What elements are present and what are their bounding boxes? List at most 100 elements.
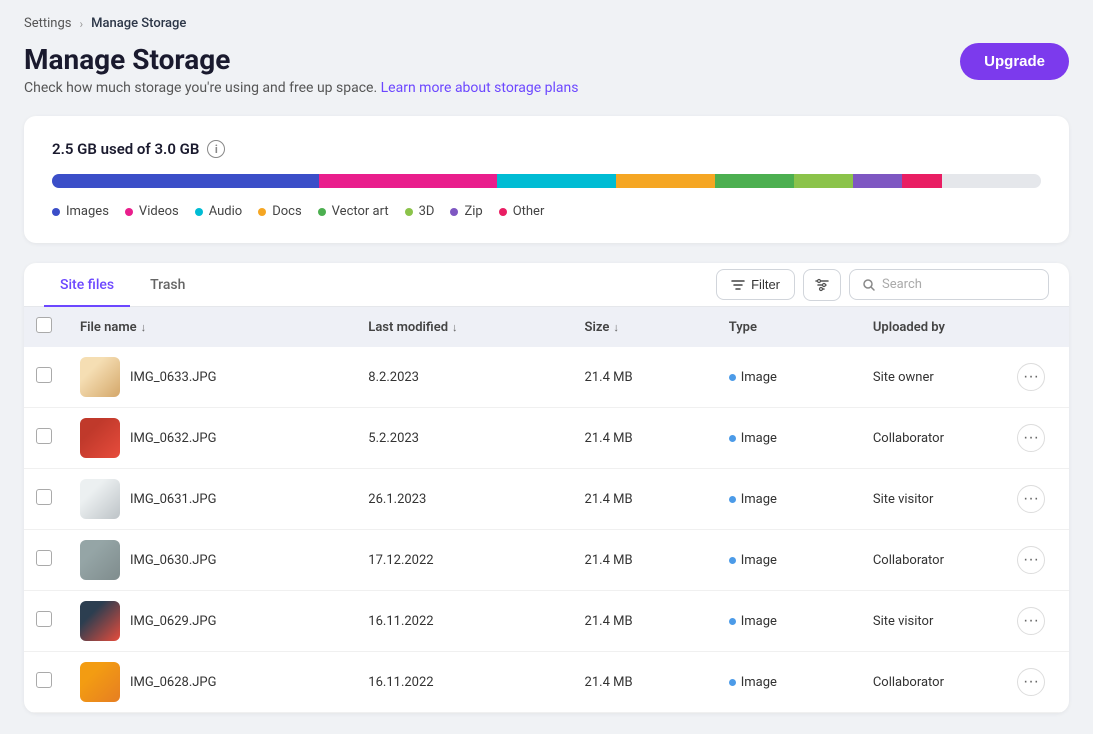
file-modified: 16.11.2022 — [368, 614, 584, 629]
file-name: IMG_0631.JPG — [130, 492, 217, 507]
legend-dot — [405, 208, 413, 216]
breadcrumb-separator: › — [79, 17, 83, 31]
file-type: Image — [729, 431, 873, 446]
row-checkbox[interactable] — [36, 611, 52, 627]
modified-sort-icon[interactable]: ↓ — [452, 321, 458, 334]
size-sort-icon[interactable]: ↓ — [613, 321, 619, 334]
bar-segment-videos — [319, 174, 497, 188]
row-checkbox-cell — [36, 550, 80, 570]
bar-segment-audio — [497, 174, 616, 188]
type-dot — [729, 374, 736, 381]
file-type: Image — [729, 553, 873, 568]
legend-item-docs: Docs — [258, 204, 301, 219]
upgrade-button[interactable]: Upgrade — [960, 43, 1069, 80]
file-size: 21.4 MB — [585, 675, 729, 690]
file-info: IMG_0630.JPG — [80, 540, 368, 580]
legend-dot — [318, 208, 326, 216]
col-header-filename: File name ↓ — [80, 320, 368, 335]
file-thumbnail — [80, 662, 120, 702]
select-all-checkbox[interactable] — [36, 317, 52, 333]
row-actions: ··· — [1017, 668, 1057, 696]
file-info: IMG_0628.JPG — [80, 662, 368, 702]
table-row: IMG_0630.JPG 17.12.2022 21.4 MB Image Co… — [24, 530, 1069, 591]
file-info: IMG_0629.JPG — [80, 601, 368, 641]
breadcrumb: Settings › Manage Storage — [24, 16, 1069, 31]
file-uploaded-by: Collaborator — [873, 431, 1017, 446]
file-type: Image — [729, 614, 873, 629]
row-checkbox-cell — [36, 428, 80, 448]
col-header-checkbox — [36, 317, 80, 337]
table-row: IMG_0631.JPG 26.1.2023 21.4 MB Image Sit… — [24, 469, 1069, 530]
row-checkbox[interactable] — [36, 489, 52, 505]
row-checkbox[interactable] — [36, 672, 52, 688]
storage-used-text: 2.5 GB used of 3.0 GB — [52, 140, 199, 158]
row-actions: ··· — [1017, 546, 1057, 574]
col-header-size: Size ↓ — [585, 320, 729, 335]
file-size: 21.4 MB — [585, 614, 729, 629]
storage-label: 2.5 GB used of 3.0 GB i — [52, 140, 1041, 158]
legend-item-3d: 3D — [405, 204, 435, 219]
search-box[interactable]: Search — [849, 269, 1049, 300]
legend-dot — [125, 208, 133, 216]
file-name: IMG_0628.JPG — [130, 675, 217, 690]
storage-legend: Images Videos Audio Docs Vector art 3D Z… — [52, 204, 1041, 219]
type-label: Image — [741, 675, 777, 690]
row-checkbox[interactable] — [36, 428, 52, 444]
search-placeholder: Search — [882, 277, 922, 292]
learn-more-link[interactable]: Learn more about storage plans — [381, 80, 579, 96]
legend-label: 3D — [419, 204, 435, 219]
legend-label: Zip — [464, 204, 482, 219]
legend-item-other: Other — [499, 204, 545, 219]
legend-label: Videos — [139, 204, 179, 219]
more-actions-button[interactable]: ··· — [1017, 607, 1045, 635]
row-checkbox[interactable] — [36, 550, 52, 566]
legend-item-images: Images — [52, 204, 109, 219]
file-name: IMG_0633.JPG — [130, 370, 217, 385]
bar-segment-docs — [616, 174, 715, 188]
file-name: IMG_0632.JPG — [130, 431, 217, 446]
tab-site-files[interactable]: Site files — [44, 263, 130, 307]
file-name: IMG_0630.JPG — [130, 553, 217, 568]
legend-item-zip: Zip — [450, 204, 482, 219]
legend-item-audio: Audio — [195, 204, 242, 219]
col-header-type: Type — [729, 320, 873, 335]
row-checkbox-cell — [36, 672, 80, 692]
type-dot — [729, 679, 736, 686]
more-actions-button[interactable]: ··· — [1017, 485, 1045, 513]
more-actions-button[interactable]: ··· — [1017, 546, 1045, 574]
type-dot — [729, 435, 736, 442]
storage-bar — [52, 174, 1041, 188]
settings-filter-button[interactable] — [803, 269, 841, 301]
file-uploaded-by: Collaborator — [873, 675, 1017, 690]
more-actions-button[interactable]: ··· — [1017, 363, 1045, 391]
breadcrumb-parent[interactable]: Settings — [24, 16, 71, 31]
legend-label: Audio — [209, 204, 242, 219]
file-thumbnail — [80, 601, 120, 641]
filename-sort-icon[interactable]: ↓ — [141, 321, 147, 334]
page-title: Manage Storage — [24, 43, 579, 76]
row-actions: ··· — [1017, 424, 1057, 452]
bar-segment-3d — [794, 174, 853, 188]
more-actions-button[interactable]: ··· — [1017, 668, 1045, 696]
tab-trash[interactable]: Trash — [134, 263, 201, 307]
breadcrumb-current: Manage Storage — [91, 16, 186, 31]
legend-label: Images — [66, 204, 109, 219]
col-modified-label: Last modified — [368, 320, 448, 335]
table-header: File name ↓ Last modified ↓ Size ↓ Type … — [24, 307, 1069, 347]
row-checkbox[interactable] — [36, 367, 52, 383]
filter-button[interactable]: Filter — [716, 269, 795, 300]
info-icon[interactable]: i — [207, 140, 225, 158]
legend-item-videos: Videos — [125, 204, 179, 219]
table-row: IMG_0628.JPG 16.11.2022 21.4 MB Image Co… — [24, 652, 1069, 713]
sliders-icon — [814, 277, 830, 293]
file-info: IMG_0631.JPG — [80, 479, 368, 519]
bar-segment-vector-art — [715, 174, 794, 188]
file-type: Image — [729, 370, 873, 385]
file-uploaded-by: Site visitor — [873, 492, 1017, 507]
legend-label: Other — [513, 204, 545, 219]
row-actions: ··· — [1017, 485, 1057, 513]
page-header: Manage Storage Check how much storage yo… — [24, 43, 1069, 96]
file-info: IMG_0632.JPG — [80, 418, 368, 458]
more-actions-button[interactable]: ··· — [1017, 424, 1045, 452]
legend-label: Vector art — [332, 204, 389, 219]
